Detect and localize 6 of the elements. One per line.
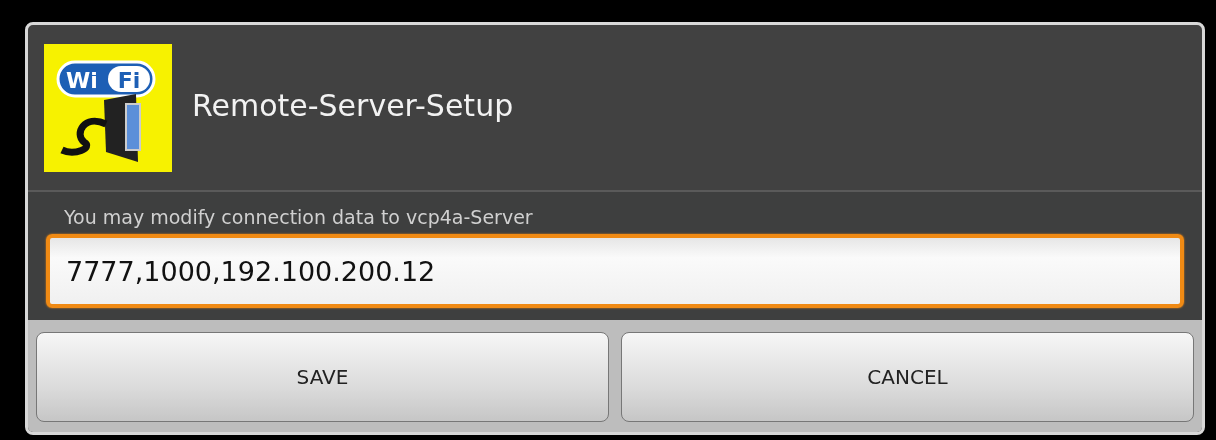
input-field[interactable]: 7777,1000,192.100.200.12	[46, 234, 1184, 308]
app-icon: Wi Fi	[44, 44, 172, 172]
dialog-title: Remote-Server-Setup	[192, 88, 514, 123]
message-text: You may modify connection data to vcp4a-Server	[64, 206, 534, 228]
save-button[interactable]: SAVE	[36, 332, 609, 422]
cancel-button[interactable]: CANCEL	[621, 332, 1194, 422]
